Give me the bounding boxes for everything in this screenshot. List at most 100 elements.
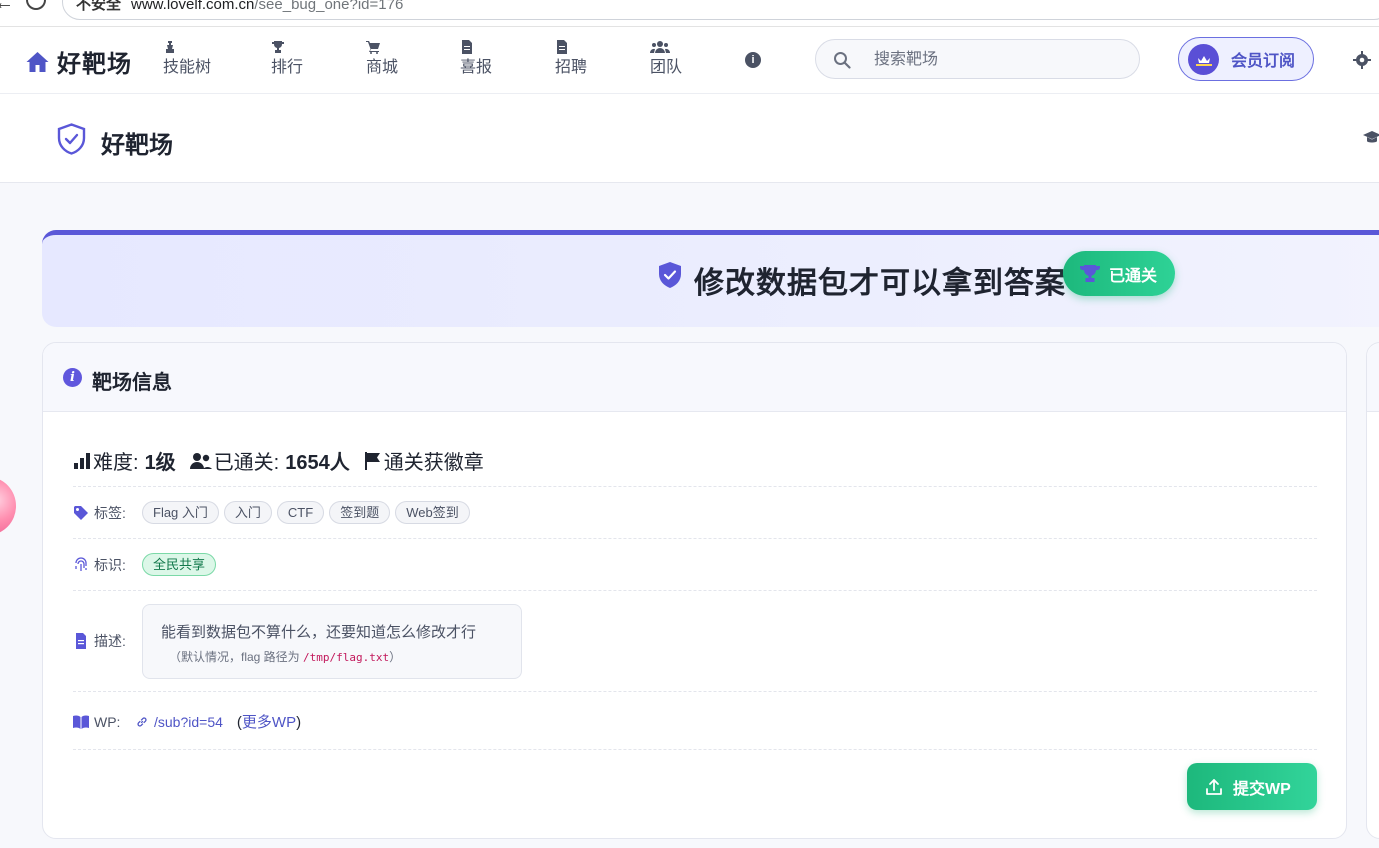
security-warning[interactable]: 不安全 (76, 0, 121, 13)
passed-count-label: 已通关: (213, 452, 280, 474)
side-panel-card (1366, 342, 1379, 839)
divider (73, 486, 1317, 487)
badge-reward-text: 通关获徽章 (383, 452, 484, 474)
fingerprint-icon (75, 556, 87, 571)
wp-row: WP: /sub?id=54 (更多WP) (73, 711, 301, 732)
nav-label: 技能树 (163, 59, 212, 76)
tag-chip[interactable]: Flag 入门 (142, 501, 219, 524)
tag-chip[interactable]: CTF (276, 501, 325, 524)
back-arrow-icon[interactable]: ← (0, 0, 14, 15)
search-box[interactable] (815, 39, 1140, 79)
page-title: 好靶场 (101, 132, 173, 159)
description-row: 描述: (73, 631, 142, 651)
document-icon (555, 37, 571, 54)
passed-label: 已通关 (1109, 267, 1158, 285)
cart-icon (366, 37, 382, 54)
shield-check-icon (57, 123, 86, 155)
nav-label: 团队 (650, 59, 683, 76)
nav-item-news[interactable]: 喜报 (460, 37, 492, 80)
difficulty-value: 1级 (144, 452, 176, 474)
shield-check-icon (659, 262, 681, 288)
trophy-icon (271, 37, 287, 53)
home-icon (26, 51, 49, 72)
flag-icon (364, 451, 380, 470)
member-subscribe-button[interactable]: 会员订阅 (1178, 37, 1314, 81)
card-header: i 靶场信息 (43, 343, 1346, 412)
more-wp: (更多WP) (237, 711, 301, 732)
tag-chip[interactable]: Web签到 (395, 501, 470, 524)
marks-label: 标识: (94, 556, 126, 573)
flag-path: /tmp/flag.txt (303, 651, 390, 664)
upload-icon (1206, 778, 1222, 795)
nav-item-team[interactable]: 团队 (649, 37, 683, 80)
tag-chip[interactable]: 签到题 (329, 501, 391, 524)
more-wp-link[interactable]: 更多WP (242, 714, 296, 731)
brand-logo[interactable]: 好靶场 (25, 44, 132, 79)
description-label: 描述: (94, 633, 126, 649)
link-icon (137, 716, 147, 727)
address-text[interactable]: 不安全 www.lovelf.com.cn/see_bug_one?id=176 (76, 0, 403, 14)
nav-item-jobs[interactable]: 招聘 (555, 37, 587, 80)
difficulty-label: 难度: (93, 452, 139, 474)
wp-label: WP: (94, 713, 121, 730)
submit-wp-label: 提交WP (1233, 780, 1291, 798)
note-suffix: ） (389, 650, 402, 664)
tags-row: 标签: Flag 入门 入门 CTF 签到题 Web签到 (73, 501, 475, 524)
passed-status-badge: 已通关 (1063, 251, 1175, 296)
search-input[interactable] (874, 48, 1124, 72)
tags-label: 标签: (94, 504, 126, 521)
nav-item-rank[interactable]: 排行 (271, 37, 303, 80)
reload-icon[interactable] (26, 0, 46, 10)
gear-icon[interactable] (1353, 51, 1371, 69)
challenge-stats: 难度: 1级 已通关: 1654人 通关获徽章 (73, 446, 484, 475)
page-header: 好靶场 (0, 94, 1379, 183)
marks-row: 标识: 全民共享 (73, 553, 221, 576)
brand-name: 好靶场 (57, 51, 132, 78)
divider (73, 749, 1317, 750)
description-box: 能看到数据包不算什么，还要知道怎么修改才行 （默认情况，flag 路径为 /tm… (142, 604, 522, 679)
challenge-title: 修改数据包才可以拿到答案 (694, 267, 1066, 300)
users-icon (649, 37, 671, 53)
card-title: 靶场信息 (92, 372, 172, 394)
wp-link[interactable]: /sub?id=54 (154, 714, 223, 730)
share-mark-badge: 全民共享 (142, 553, 217, 576)
nav-label: 招聘 (555, 59, 588, 76)
top-navigation: 好靶场 技能树 排行 商城 喜报 招聘 团队 i 会员订阅 (0, 27, 1379, 94)
description-note: （默认情况，flag 路径为 /tmp/flag.txt） (169, 648, 401, 665)
divider (73, 691, 1317, 692)
document-icon (460, 37, 476, 54)
tag-icon (74, 505, 88, 520)
nav-item-skill-tree[interactable]: 技能树 (163, 37, 223, 80)
tag-chip[interactable]: 入门 (223, 501, 272, 524)
browser-toolbar: ← 不安全 www.lovelf.com.cn/see_bug_one?id=17… (0, 0, 1379, 27)
side-panel-header (1367, 343, 1379, 412)
trophy-icon (1080, 264, 1100, 282)
challenge-info-card: i 靶场信息 难度: 1级 已通关: 1654人 通关获徽章 标签: Flag … (42, 342, 1347, 839)
users-icon (189, 452, 212, 469)
member-label: 会员订阅 (1231, 53, 1296, 70)
chess-icon (163, 37, 179, 53)
description-text: 能看到数据包不算什么，还要知道怎么修改才行 (161, 624, 477, 641)
url-path: /see_bug_one?id=176 (254, 0, 404, 13)
divider (73, 538, 1317, 539)
info-icon[interactable]: i (745, 52, 761, 68)
nav-label: 喜报 (460, 59, 493, 76)
document-icon (76, 633, 86, 649)
signal-bars-icon (74, 452, 90, 469)
url-host: www.lovelf.com.cn (131, 0, 255, 13)
floating-assistant-orb[interactable] (0, 477, 16, 535)
nav-item-shop[interactable]: 商城 (366, 37, 398, 80)
note-prefix: （默认情况，flag 路径为 (169, 650, 300, 664)
book-icon (73, 714, 89, 729)
nav-label: 商城 (366, 59, 399, 76)
challenge-banner: 修改数据包才可以拿到答案 已通关 (42, 230, 1379, 327)
search-icon (834, 52, 851, 69)
submit-wp-button[interactable]: 提交WP (1187, 763, 1317, 810)
graduation-cap-icon[interactable] (1363, 130, 1379, 146)
passed-count-value: 1654人 (285, 452, 350, 474)
nav-label: 排行 (271, 59, 304, 76)
paren-close: ) (296, 714, 302, 731)
info-icon: i (63, 368, 82, 387)
crown-hand-icon (1188, 43, 1219, 75)
divider (73, 590, 1317, 591)
